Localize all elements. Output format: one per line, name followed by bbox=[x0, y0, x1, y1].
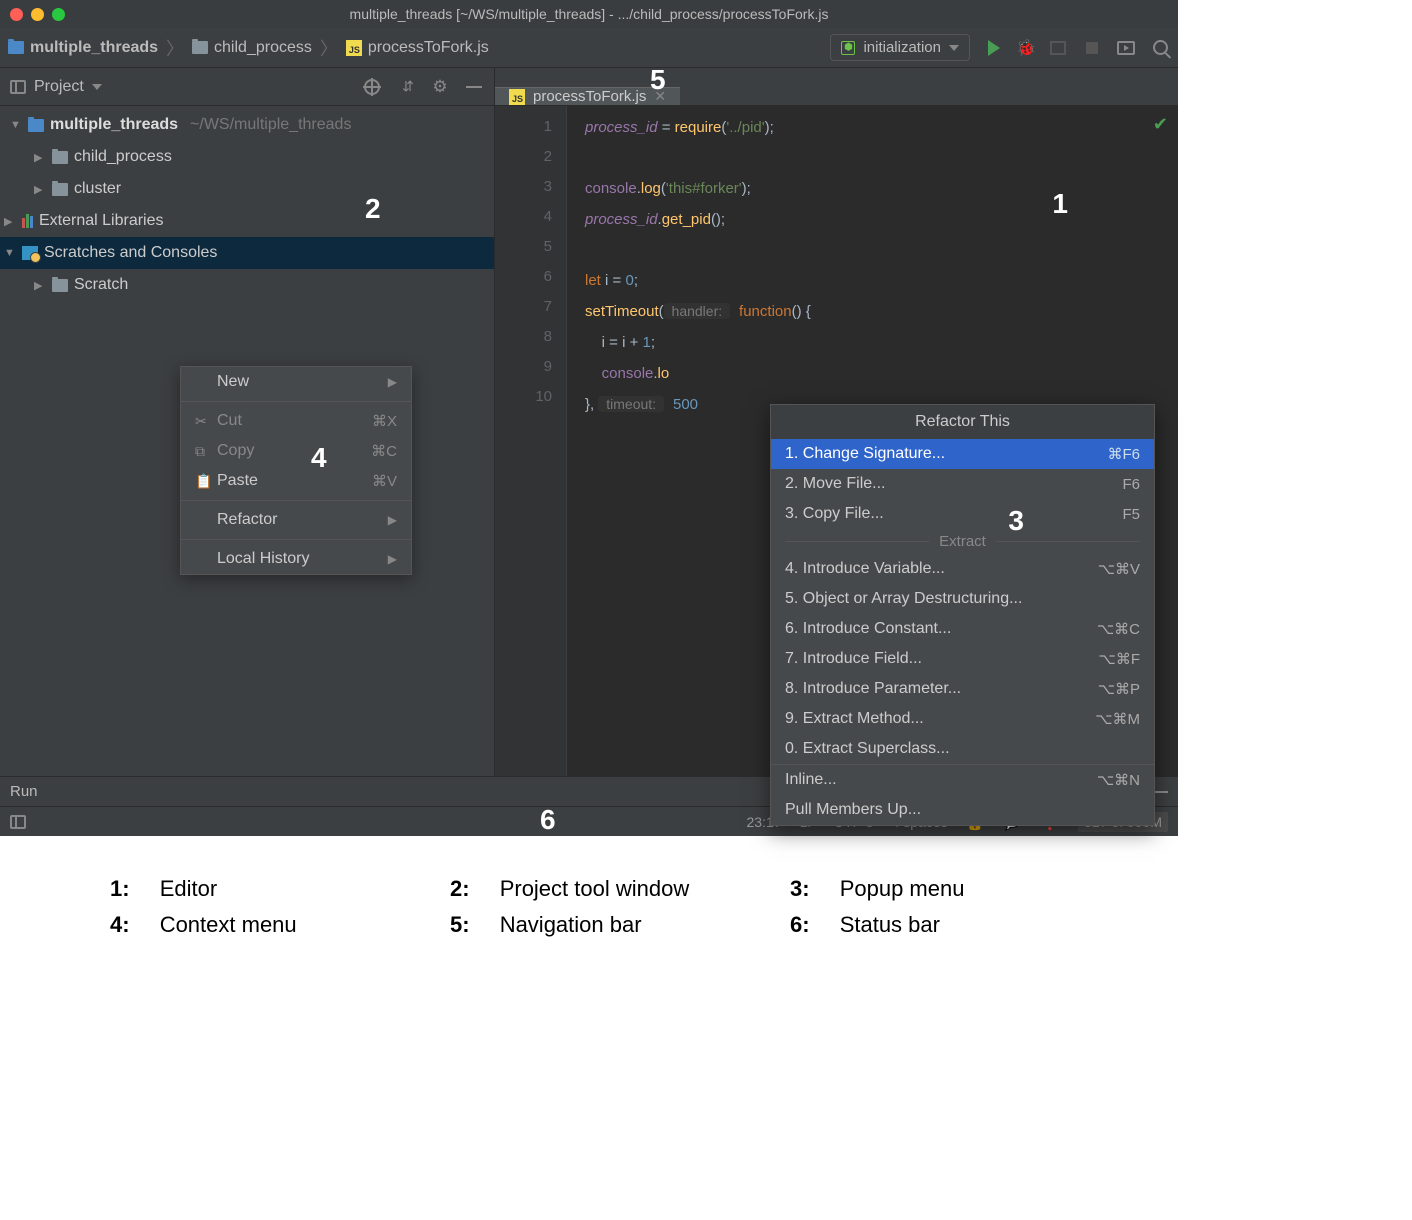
tool-window-title[interactable]: Project bbox=[10, 78, 102, 96]
popup-section-header: Extract bbox=[771, 529, 1154, 554]
breadcrumb: multiple_threads 〉 child_process 〉 JS pr… bbox=[8, 35, 489, 61]
folder-icon bbox=[192, 41, 208, 54]
refactor-popup: Refactor This 1. Change Signature...⌘F6 … bbox=[770, 404, 1155, 826]
editor-tab-strip: JS processToFork.js ✕ bbox=[495, 68, 1178, 106]
hide-button[interactable] bbox=[464, 77, 484, 97]
run-configuration-selector[interactable]: ⬢ initialization bbox=[830, 34, 970, 61]
locate-button[interactable] bbox=[362, 77, 382, 97]
window-zoom-icon[interactable] bbox=[52, 8, 65, 21]
popup-item[interactable]: 0. Extract Superclass... bbox=[771, 734, 1154, 764]
menu-item-refactor[interactable]: Refactor▶ bbox=[181, 505, 411, 535]
menu-item-paste[interactable]: 📋Paste⌘V bbox=[181, 466, 411, 496]
nodejs-icon: ⬢ bbox=[841, 41, 855, 55]
legend: 1: Editor 2: Project tool window 3: Popu… bbox=[0, 836, 1412, 958]
window-title: multiple_threads [~/WS/multiple_threads]… bbox=[350, 6, 829, 22]
tree-row[interactable]: ▶ child_process bbox=[0, 141, 494, 173]
run-button[interactable] bbox=[984, 38, 1004, 58]
breadcrumb-item[interactable]: JS processToFork.js bbox=[346, 39, 489, 57]
popup-item[interactable]: 9. Extract Method...⌥⌘M bbox=[771, 704, 1154, 734]
popup-item-inline[interactable]: Inline...⌥⌘N bbox=[771, 765, 1154, 795]
popup-item-change-signature[interactable]: 1. Change Signature...⌘F6 bbox=[771, 439, 1154, 469]
tree-row[interactable]: ▼ Scratches and Consoles bbox=[0, 237, 494, 269]
popup-item[interactable]: 4. Introduce Variable...⌥⌘V bbox=[771, 554, 1154, 584]
window-minimize-icon[interactable] bbox=[31, 8, 44, 21]
chevron-right-icon: 〉 bbox=[162, 35, 188, 61]
debug-button[interactable]: 🐞 bbox=[1018, 41, 1034, 55]
editor-tab[interactable]: JS processToFork.js ✕ bbox=[495, 87, 680, 105]
popup-item[interactable]: 5. Object or Array Destructuring... bbox=[771, 584, 1154, 614]
run-anything-button[interactable] bbox=[1116, 38, 1136, 58]
popup-item-pull-up[interactable]: Pull Members Up... bbox=[771, 795, 1154, 825]
annotation-marker: 6 bbox=[540, 804, 556, 836]
project-tool-window: Project ⇵ ⚙ ▼ multiple_threads ~/WS/mult… bbox=[0, 68, 495, 776]
hide-icon[interactable] bbox=[1154, 791, 1168, 793]
submenu-arrow-icon: ▶ bbox=[388, 375, 397, 389]
play-icon bbox=[988, 40, 1000, 56]
tree-row[interactable]: ▶ cluster bbox=[0, 173, 494, 205]
js-file-icon: JS bbox=[509, 89, 525, 105]
scratches-icon bbox=[22, 246, 38, 260]
tree-row[interactable]: ▶ Scratch bbox=[0, 269, 494, 301]
expand-icon[interactable]: ▶ bbox=[4, 215, 16, 228]
target-icon bbox=[364, 79, 380, 95]
menu-item-new[interactable]: New▶ bbox=[181, 367, 411, 397]
stop-icon bbox=[1086, 42, 1098, 54]
popup-item[interactable]: 8. Introduce Parameter...⌥⌘P bbox=[771, 674, 1154, 704]
minus-icon bbox=[466, 86, 482, 88]
inspection-ok-icon: ✔ bbox=[1153, 114, 1168, 135]
run-tool-tab[interactable]: Run bbox=[10, 783, 38, 800]
folder-icon bbox=[8, 41, 24, 54]
expand-icon[interactable]: ▼ bbox=[4, 247, 16, 259]
stop-button bbox=[1048, 38, 1068, 58]
popup-title: Refactor This bbox=[771, 405, 1154, 439]
context-menu: New▶ ✂Cut⌘X ⧉Copy⌘C 📋Paste⌘V Refactor▶ bbox=[180, 366, 412, 575]
paste-icon: 📋 bbox=[195, 473, 217, 490]
navigation-bar: multiple_threads 〉 child_process 〉 JS pr… bbox=[0, 28, 1178, 68]
collapse-all-button[interactable]: ⇵ bbox=[396, 77, 416, 97]
stop-button-2 bbox=[1082, 38, 1102, 58]
expand-icon[interactable]: ▶ bbox=[34, 279, 46, 292]
library-icon bbox=[22, 214, 33, 228]
window-close-icon[interactable] bbox=[10, 8, 23, 21]
tree-row[interactable]: ▶ External Libraries bbox=[0, 205, 494, 237]
submenu-arrow-icon: ▶ bbox=[388, 552, 397, 566]
popup-item-move-file[interactable]: 2. Move File...F6 bbox=[771, 469, 1154, 499]
search-everywhere-button[interactable] bbox=[1150, 38, 1170, 58]
close-tab-icon[interactable]: ✕ bbox=[654, 88, 666, 105]
menu-item-copy[interactable]: ⧉Copy⌘C bbox=[181, 436, 411, 466]
terminal-icon bbox=[1117, 41, 1135, 55]
cut-icon: ✂ bbox=[195, 413, 217, 430]
chevron-down-icon bbox=[92, 84, 102, 90]
js-file-icon: JS bbox=[346, 40, 362, 56]
settings-button[interactable]: ⚙ bbox=[430, 77, 450, 97]
folder-icon bbox=[52, 279, 68, 292]
popup-item[interactable]: 7. Introduce Field...⌥⌘F bbox=[771, 644, 1154, 674]
titlebar: multiple_threads [~/WS/multiple_threads]… bbox=[0, 0, 1178, 28]
expand-icon[interactable]: ▶ bbox=[34, 183, 46, 196]
breadcrumb-item[interactable]: multiple_threads bbox=[8, 39, 158, 57]
chevron-down-icon bbox=[949, 45, 959, 51]
stop-icon bbox=[1050, 41, 1066, 55]
search-icon bbox=[1153, 40, 1168, 55]
popup-item[interactable]: 6. Introduce Constant...⌥⌘C bbox=[771, 614, 1154, 644]
popup-item-copy-file[interactable]: 3. Copy File...F5 bbox=[771, 499, 1154, 529]
folder-icon bbox=[28, 119, 44, 132]
folder-icon bbox=[52, 183, 68, 196]
chevron-right-icon: 〉 bbox=[316, 35, 342, 61]
expand-icon[interactable]: ▶ bbox=[34, 151, 46, 164]
menu-item-local-history[interactable]: Local History▶ bbox=[181, 544, 411, 574]
project-tree[interactable]: ▼ multiple_threads ~/WS/multiple_threads… bbox=[0, 106, 494, 301]
ide-window: multiple_threads [~/WS/multiple_threads]… bbox=[0, 0, 1178, 836]
submenu-arrow-icon: ▶ bbox=[388, 513, 397, 527]
tool-windows-icon[interactable] bbox=[10, 815, 26, 829]
copy-icon: ⧉ bbox=[195, 443, 217, 460]
tree-row[interactable]: ▼ multiple_threads ~/WS/multiple_threads bbox=[0, 109, 494, 141]
folder-icon bbox=[52, 151, 68, 164]
breadcrumb-item[interactable]: child_process bbox=[192, 39, 312, 57]
editor-gutter: 12345678910 bbox=[495, 106, 567, 776]
project-icon bbox=[10, 80, 26, 94]
expand-icon[interactable]: ▼ bbox=[10, 119, 22, 131]
menu-item-cut[interactable]: ✂Cut⌘X bbox=[181, 406, 411, 436]
